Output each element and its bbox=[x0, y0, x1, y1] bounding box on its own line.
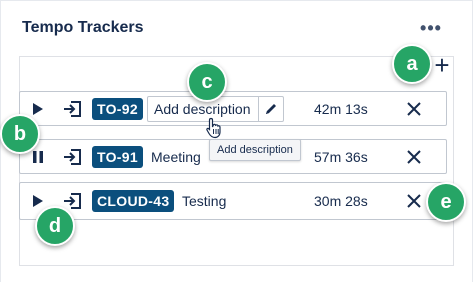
tracker-description[interactable]: Meeting bbox=[151, 149, 201, 165]
hand-cursor-icon bbox=[206, 117, 221, 139]
close-icon bbox=[407, 101, 421, 116]
delete-tracker-button[interactable] bbox=[404, 147, 424, 167]
edit-description-button[interactable] bbox=[259, 97, 283, 121]
callout-a: a bbox=[392, 44, 432, 84]
frame-border-top bbox=[0, 0, 473, 1]
start-tracker-button[interactable] bbox=[29, 100, 47, 118]
callout-e: e bbox=[426, 182, 466, 222]
callout-d: d bbox=[35, 206, 75, 246]
pause-icon bbox=[33, 150, 43, 163]
start-tracker-button[interactable] bbox=[29, 192, 47, 210]
description-input[interactable]: Add description bbox=[148, 101, 258, 117]
issue-key-badge[interactable]: CLOUD-43 bbox=[92, 190, 175, 212]
callout-b: b bbox=[0, 114, 40, 154]
elapsed-time: 42m 13s bbox=[314, 100, 368, 117]
play-icon bbox=[33, 102, 43, 115]
log-time-button[interactable] bbox=[62, 147, 84, 167]
tracker-description[interactable]: Testing bbox=[182, 193, 226, 209]
log-time-button[interactable] bbox=[62, 99, 84, 119]
pencil-icon bbox=[266, 103, 277, 114]
issue-key-badge[interactable]: TO-92 bbox=[92, 97, 143, 120]
add-tracker-button[interactable]: + bbox=[430, 52, 454, 78]
log-time-icon bbox=[64, 148, 81, 165]
elapsed-time: 30m 28s bbox=[314, 193, 368, 209]
description-tooltip: Add description bbox=[209, 139, 301, 161]
tracker-row: TO-92 Add description 42m 13s bbox=[19, 91, 447, 126]
play-icon bbox=[33, 195, 43, 207]
log-time-icon bbox=[64, 100, 81, 117]
close-icon bbox=[407, 194, 421, 208]
delete-tracker-button[interactable] bbox=[404, 99, 424, 119]
plus-icon: + bbox=[434, 50, 450, 80]
log-time-icon bbox=[64, 193, 81, 209]
panel-title: Tempo Trackers bbox=[22, 19, 144, 36]
issue-key-badge[interactable]: TO-91 bbox=[92, 145, 143, 168]
more-icon: ••• bbox=[420, 17, 442, 38]
tracker-row: CLOUD-43 Testing 30m 28s bbox=[19, 182, 447, 220]
delete-tracker-button[interactable] bbox=[404, 191, 424, 211]
elapsed-time: 57m 36s bbox=[314, 148, 368, 165]
callout-c: c bbox=[187, 62, 227, 102]
close-icon bbox=[407, 149, 421, 164]
more-options-button[interactable]: ••• bbox=[418, 16, 444, 40]
